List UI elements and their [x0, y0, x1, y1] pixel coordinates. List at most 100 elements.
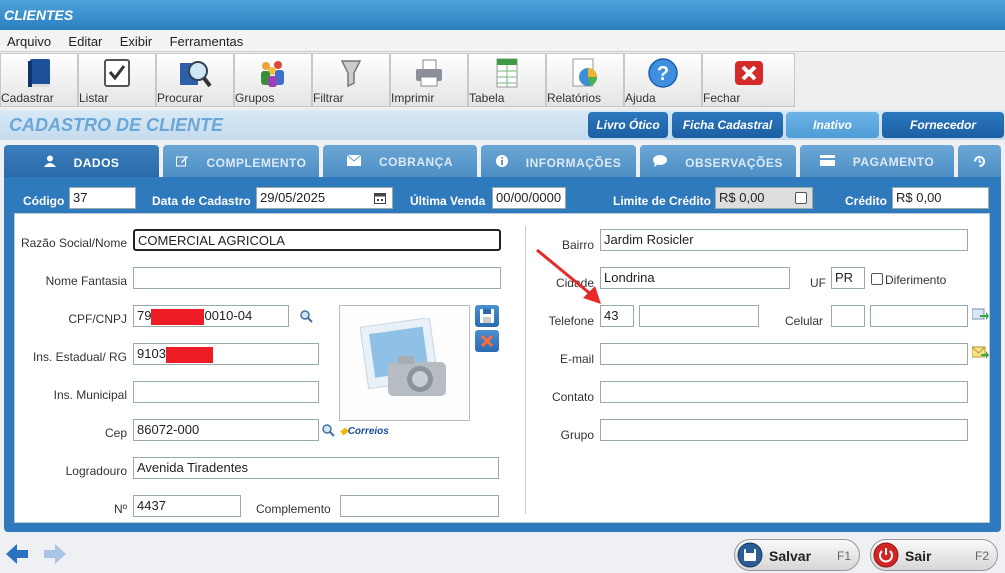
menu-ferramentas[interactable]: Ferramentas [163, 30, 251, 53]
numero-field[interactable]: 4437 [133, 495, 241, 517]
uf-label: UF [810, 276, 826, 290]
nome-fantasia-field[interactable] [133, 267, 501, 289]
spreadsheet-icon [496, 58, 518, 88]
logradouro-label: Logradouro [65, 464, 127, 478]
filter-icon [340, 60, 362, 88]
cpf-cnpj-field[interactable]: 79 0010-04 [133, 305, 289, 327]
ins-estadual-field[interactable]: 9103 [133, 343, 319, 365]
cidade-field[interactable]: Londrina [600, 267, 790, 289]
tab-complemento[interactable]: COMPLEMENTO [163, 145, 319, 177]
data-cadastro-label: Data de Cadastro [152, 194, 251, 208]
arrow-annotation [536, 248, 601, 304]
email-send-icon[interactable] [972, 346, 989, 360]
limite-credito-checkbox[interactable] [795, 192, 807, 204]
ajuda-button[interactable]: ? Ajuda [624, 53, 702, 107]
help-icon: ? [648, 58, 678, 88]
photo-frame[interactable] [339, 305, 470, 421]
window-title: CLIENTES [0, 0, 1005, 30]
imprimir-button[interactable]: Imprimir [390, 53, 468, 107]
celular-ddd-field[interactable] [831, 305, 865, 327]
uf-field[interactable]: PR [831, 267, 865, 289]
fornecedor-button[interactable]: Fornecedor [882, 112, 1004, 138]
ins-municipal-field[interactable] [133, 381, 319, 403]
grupos-button[interactable]: Grupos [234, 53, 312, 107]
procurar-button[interactable]: Procurar [156, 53, 234, 107]
tab-pagamento[interactable]: PAGAMENTO [800, 145, 954, 177]
header-band: CADASTRO DE CLIENTE Livro Ótico Ficha Ca… [0, 110, 1005, 140]
camera-photo-icon [360, 318, 446, 396]
codigo-label: Código [23, 194, 65, 208]
checklist-icon [104, 59, 130, 87]
whatsapp-send-icon[interactable] [972, 308, 989, 322]
codigo-field[interactable]: 37 [69, 187, 136, 209]
telefone-field[interactable] [639, 305, 759, 327]
sair-button[interactable]: Sair F2 [870, 539, 998, 571]
filtrar-button[interactable]: Filtrar [312, 53, 390, 107]
complemento-label: Complemento [256, 502, 331, 516]
redaction [151, 308, 205, 325]
razao-social-field[interactable]: COMERCIAL AGRICOLA [133, 229, 501, 251]
credit-card-icon [819, 155, 835, 166]
dados-panel: Código 37 Data de Cadastro 29/05/2025 Úl… [4, 177, 1001, 532]
credito-field[interactable]: R$ 0,00 [892, 187, 989, 209]
cep-field[interactable]: 86072-000 [133, 419, 319, 441]
menu-bar: Arquivo Editar Exibir Ferramentas [0, 30, 1005, 52]
logradouro-field[interactable]: Avenida Tiradentes [133, 457, 499, 479]
save-icon [737, 542, 763, 568]
complemento-field[interactable] [340, 495, 499, 517]
diferimento-label: Diferimento [885, 273, 947, 287]
contato-label: Contato [551, 390, 594, 404]
ultima-venda-field[interactable]: 00/00/0000 [492, 187, 566, 209]
form-area: Razão Social/Nome COMERCIAL AGRICOLA Nom… [14, 213, 990, 523]
fechar-button[interactable]: Fechar [702, 53, 795, 107]
cadastrar-button[interactable]: Cadastrar [0, 53, 78, 107]
toolbar: Cadastrar Listar Procurar Grupos Filtrar… [0, 53, 1005, 109]
group-icon [261, 61, 284, 87]
grupo-field[interactable] [600, 419, 968, 441]
limite-credito-label: Limite de Crédito [613, 194, 712, 208]
celular-field[interactable] [870, 305, 968, 327]
email-field[interactable] [600, 343, 968, 365]
footer-bar: Salvar F1 Sair F2 [0, 535, 1005, 573]
tab-bar: DADOS COMPLEMENTO COBRANÇA INFORMAÇÕES O… [0, 145, 1005, 177]
livro-otico-button[interactable]: Livro Ótico [588, 112, 668, 138]
delete-photo-button[interactable] [475, 330, 499, 352]
tab-dados[interactable]: DADOS [4, 145, 159, 177]
nome-fantasia-label: Nome Fantasia [45, 274, 127, 288]
telefone-ddd-field[interactable]: 43 [600, 305, 634, 327]
close-icon [480, 334, 494, 348]
data-cadastro-field[interactable]: 29/05/2025 [256, 187, 393, 209]
tab-cobranca[interactable]: COBRANÇA [323, 145, 477, 177]
ultima-venda-label: Última Venda [410, 194, 486, 208]
menu-editar[interactable]: Editar [61, 30, 109, 53]
listar-button[interactable]: Listar [78, 53, 156, 107]
contato-field[interactable] [600, 381, 968, 403]
redaction [165, 346, 213, 363]
tab-historico[interactable] [958, 145, 1001, 177]
calendar-icon[interactable] [374, 192, 386, 204]
email-label: E-mail [559, 352, 594, 366]
ficha-cadastral-button[interactable]: Ficha Cadastral [672, 112, 783, 138]
numero-label: Nº [113, 502, 127, 516]
floppy-icon [480, 309, 494, 323]
menu-exibir[interactable]: Exibir [113, 30, 160, 53]
forward-arrow-icon[interactable] [44, 543, 66, 565]
search-icon[interactable] [321, 423, 336, 438]
correios-logo[interactable]: ◆Correios [340, 426, 389, 437]
tab-observacoes[interactable]: OBSERVAÇÕES [640, 145, 796, 177]
save-photo-button[interactable] [475, 305, 499, 327]
bairro-field[interactable]: Jardim Rosicler [600, 229, 968, 251]
edit-icon [175, 156, 188, 167]
tab-informacoes[interactable]: INFORMAÇÕES [481, 145, 636, 177]
search-icon[interactable] [299, 309, 314, 324]
menu-arquivo[interactable]: Arquivo [0, 30, 58, 53]
salvar-button[interactable]: Salvar F1 [734, 539, 860, 571]
search-icon [180, 61, 212, 88]
tabela-button[interactable]: Tabela [468, 53, 546, 107]
relatorios-button[interactable]: Relatórios [546, 53, 624, 107]
column-divider [525, 226, 526, 514]
diferimento-checkbox[interactable] [871, 273, 883, 285]
inativo-button[interactable]: Inativo [786, 112, 879, 138]
page-title: CADASTRO DE CLIENTE [9, 115, 224, 135]
back-arrow-icon[interactable] [6, 543, 28, 565]
